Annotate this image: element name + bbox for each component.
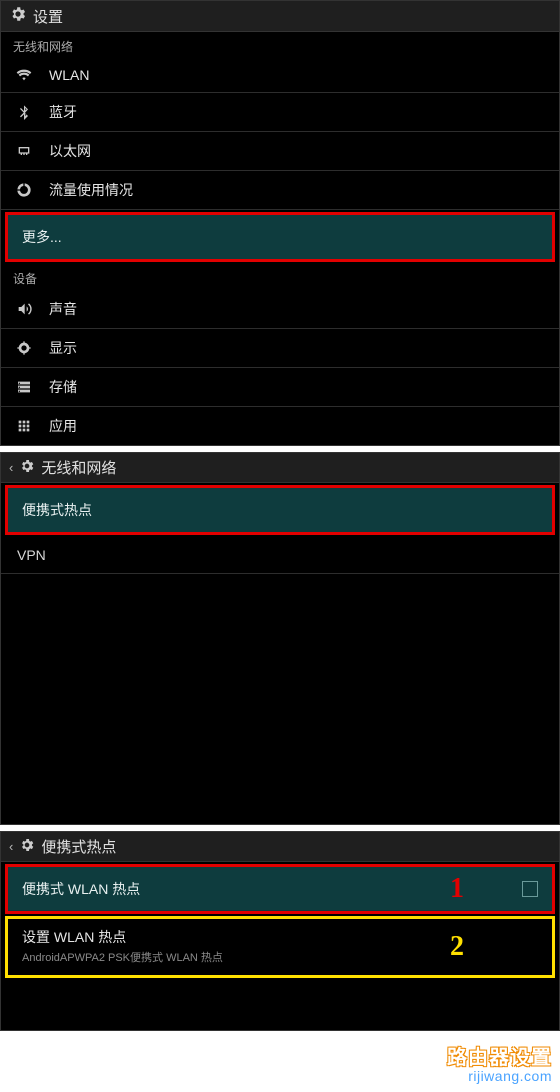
- row-data-usage[interactable]: 流量使用情况: [1, 171, 559, 210]
- section-device-label: 设备: [1, 264, 559, 290]
- storage-icon: [13, 379, 35, 395]
- row-portable-hotspot-label: 便携式热点: [22, 502, 92, 518]
- wireless-title: 无线和网络: [41, 457, 116, 478]
- row-apps-label: 应用: [49, 416, 77, 436]
- row-storage[interactable]: 存储: [1, 368, 559, 407]
- gear-icon: [19, 837, 35, 857]
- sound-icon: [13, 301, 35, 317]
- hotspot-header[interactable]: ‹ 便携式热点: [1, 832, 559, 862]
- row-data-usage-label: 流量使用情况: [49, 180, 133, 200]
- row-configure-hotspot[interactable]: 设置 WLAN 热点 AndroidAPWPA2 PSK便携式 WLAN 热点 …: [8, 919, 552, 975]
- row-bluetooth-label: 蓝牙: [49, 102, 77, 122]
- watermark-line1: 路由器设置: [0, 1041, 552, 1070]
- more-highlight: 更多...: [5, 212, 555, 262]
- row-vpn-label: VPN: [17, 547, 46, 563]
- hotspot-title: 便携式热点: [41, 836, 116, 857]
- data-usage-icon: [13, 182, 35, 198]
- wifi-icon: [13, 67, 35, 83]
- row-display[interactable]: 显示: [1, 329, 559, 368]
- row-more[interactable]: 更多...: [8, 215, 552, 259]
- wireless-header[interactable]: ‹ 无线和网络: [1, 453, 559, 483]
- row-apps[interactable]: 应用: [1, 407, 559, 445]
- row-ethernet[interactable]: 以太网: [1, 132, 559, 171]
- configure-hotspot-highlight: 设置 WLAN 热点 AndroidAPWPA2 PSK便携式 WLAN 热点 …: [5, 916, 555, 978]
- row-wlan[interactable]: WLAN: [1, 58, 559, 93]
- annotation-1: 1: [450, 873, 464, 905]
- row-portable-hotspot[interactable]: 便携式热点: [8, 488, 552, 532]
- row-bluetooth[interactable]: 蓝牙: [1, 93, 559, 132]
- section-wireless-label: 无线和网络: [1, 32, 559, 58]
- row-sound[interactable]: 声音: [1, 290, 559, 329]
- annotation-2: 2: [450, 931, 464, 963]
- wireless-panel: ‹ 无线和网络 便携式热点 VPN: [0, 452, 560, 825]
- bluetooth-icon: [13, 104, 35, 120]
- row-wlan-label: WLAN: [49, 67, 89, 83]
- gear-icon: [19, 458, 35, 478]
- gear-icon: [9, 5, 27, 27]
- hotspot-highlight: 便携式热点: [5, 485, 555, 535]
- settings-title: 设置: [33, 6, 63, 27]
- empty-area: [1, 980, 559, 1030]
- settings-header: 设置: [1, 1, 559, 32]
- row-wlan-hotspot-toggle[interactable]: 便携式 WLAN 热点 1: [8, 867, 552, 911]
- watermark-line2: rijiwang.com: [0, 1068, 552, 1084]
- row-vpn[interactable]: VPN: [1, 537, 559, 574]
- wlan-hotspot-checkbox[interactable]: [522, 881, 538, 897]
- settings-panel: 设置 无线和网络 WLAN 蓝牙 以太网 流量使用情况 更多... 设备: [0, 0, 560, 446]
- row-display-label: 显示: [49, 338, 77, 358]
- row-wlan-hotspot-toggle-label: 便携式 WLAN 热点: [22, 879, 140, 899]
- row-sound-label: 声音: [49, 299, 77, 319]
- display-icon: [13, 340, 35, 356]
- back-icon[interactable]: ‹: [9, 460, 13, 475]
- watermark: 路由器设置 rijiwang.com: [0, 1037, 560, 1092]
- row-more-label: 更多...: [22, 229, 62, 245]
- row-ethernet-label: 以太网: [49, 141, 91, 161]
- apps-icon: [13, 418, 35, 434]
- hotspot-panel: ‹ 便携式热点 便携式 WLAN 热点 1 设置 WLAN 热点 Android…: [0, 831, 560, 1031]
- wlan-hotspot-highlight: 便携式 WLAN 热点 1: [5, 864, 555, 914]
- row-storage-label: 存储: [49, 377, 77, 397]
- ethernet-icon: [13, 143, 35, 159]
- back-icon[interactable]: ‹: [9, 839, 13, 854]
- empty-area: [1, 574, 559, 824]
